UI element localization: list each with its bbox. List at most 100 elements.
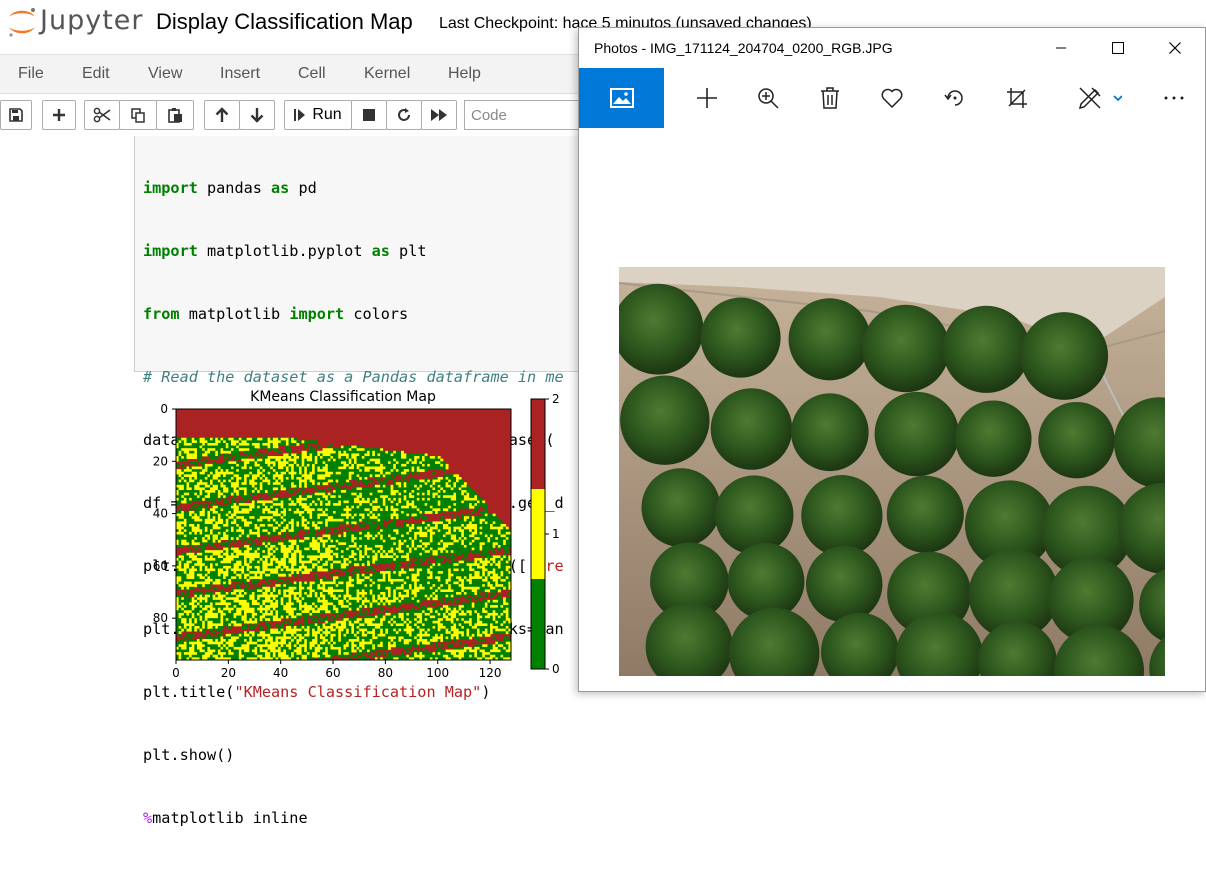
heatmap-cell bbox=[288, 524, 292, 527]
heatmap-cell bbox=[285, 513, 289, 517]
heatmap-cell bbox=[369, 474, 373, 478]
menu-edit[interactable]: Edit bbox=[82, 65, 110, 83]
heatmap-cell bbox=[186, 560, 190, 564]
heatmap-cell bbox=[236, 474, 240, 478]
heatmap-cell bbox=[356, 542, 360, 546]
heatmap-cell bbox=[359, 450, 363, 454]
heatmap-cell bbox=[416, 479, 420, 483]
heatmap-cell bbox=[309, 445, 313, 449]
menu-view[interactable]: View bbox=[148, 65, 182, 83]
heatmap-cell bbox=[456, 524, 459, 527]
notebook-title[interactable]: Display Classification Map bbox=[156, 9, 413, 35]
stop-button[interactable] bbox=[351, 100, 387, 130]
heatmap-cell bbox=[181, 500, 185, 504]
heatmap-cell bbox=[403, 495, 407, 499]
heatmap-cell bbox=[450, 497, 454, 501]
heatmap-cell bbox=[411, 500, 415, 504]
heatmap-cell bbox=[278, 471, 281, 475]
heatmap-cell bbox=[207, 471, 211, 475]
heatmap-cell bbox=[340, 560, 344, 564]
heatmap-cell bbox=[359, 458, 363, 462]
heatmap-cell bbox=[393, 469, 397, 473]
menu-kernel[interactable]: Kernel bbox=[364, 65, 410, 83]
heatmap-cell bbox=[280, 458, 284, 462]
heatmap-cell bbox=[461, 492, 465, 496]
code-cell[interactable]: import pandas as pd import matplotlib.py… bbox=[134, 136, 594, 827]
heatmap-cell bbox=[241, 513, 245, 517]
heatmap-cell bbox=[437, 490, 441, 493]
heatmap-cell bbox=[351, 445, 355, 449]
heatmap-cell bbox=[306, 542, 310, 546]
heatmap-cell bbox=[367, 474, 370, 478]
heatmap-cell bbox=[424, 469, 428, 473]
heatmap-cell bbox=[194, 547, 198, 551]
heatmap-cell bbox=[490, 524, 493, 527]
heatmap-cell bbox=[309, 461, 313, 465]
heatmap-cell bbox=[453, 534, 457, 538]
heatmap-cell bbox=[280, 497, 284, 501]
heatmap-cell bbox=[204, 510, 208, 514]
heatmap-cell bbox=[178, 482, 182, 486]
heatmap-cell bbox=[210, 495, 213, 499]
heatmap-cell bbox=[304, 463, 308, 467]
move-up-button[interactable] bbox=[204, 100, 240, 130]
heatmap-cell bbox=[469, 490, 473, 493]
heatmap-cell bbox=[346, 510, 350, 514]
move-down-button[interactable] bbox=[239, 100, 275, 130]
heatmap-cell bbox=[374, 516, 378, 520]
fast-forward-button[interactable] bbox=[421, 100, 457, 130]
restart-button[interactable] bbox=[386, 100, 422, 130]
heatmap-cell bbox=[288, 505, 292, 509]
heatmap-cell bbox=[333, 474, 336, 478]
heatmap-cell bbox=[233, 560, 237, 564]
heatmap-cell bbox=[503, 524, 507, 527]
heatmap-cell bbox=[285, 482, 289, 486]
heatmap-cell bbox=[335, 503, 339, 507]
menu-cell[interactable]: Cell bbox=[298, 65, 326, 83]
heatmap-cell bbox=[422, 534, 425, 538]
menu-insert[interactable]: Insert bbox=[220, 65, 260, 83]
heatmap-cell bbox=[194, 542, 198, 546]
heatmap-cell bbox=[338, 518, 342, 522]
heatmap-cell bbox=[236, 568, 240, 572]
heatmap-cell bbox=[241, 458, 245, 462]
heatmap-cell bbox=[374, 474, 378, 478]
heatmap-cell bbox=[440, 537, 444, 541]
paste-icon bbox=[168, 108, 182, 123]
heatmap-cell bbox=[233, 550, 237, 554]
heatmap-cell bbox=[330, 450, 334, 454]
heatmap-cell bbox=[448, 479, 452, 483]
add-cell-button[interactable] bbox=[42, 100, 76, 130]
heatmap-cell bbox=[471, 495, 475, 499]
heatmap-cell bbox=[445, 479, 449, 483]
heatmap-cell bbox=[228, 471, 232, 475]
heatmap-cell bbox=[340, 518, 344, 522]
cut-button[interactable] bbox=[84, 100, 120, 130]
heatmap-cell bbox=[456, 547, 459, 551]
heatmap-cell bbox=[280, 503, 284, 507]
heatmap-cell bbox=[186, 521, 190, 525]
paste-button[interactable] bbox=[156, 100, 194, 130]
menu-help[interactable]: Help bbox=[448, 65, 481, 83]
heatmap-cell bbox=[280, 518, 284, 522]
heatmap-cell bbox=[244, 521, 247, 525]
heatmap-cell bbox=[385, 516, 389, 520]
heatmap-cell bbox=[440, 547, 444, 551]
heatmap-cell bbox=[191, 442, 195, 446]
heatmap-cell bbox=[264, 471, 268, 475]
heatmap-cell bbox=[340, 495, 344, 499]
heatmap-cell bbox=[285, 516, 289, 520]
heatmap-cell bbox=[309, 524, 313, 527]
heatmap-cell bbox=[202, 466, 206, 470]
heatmap-cell bbox=[270, 440, 274, 444]
heatmap-cell bbox=[272, 461, 276, 465]
heatmap-cell bbox=[283, 500, 287, 504]
save-button[interactable] bbox=[0, 100, 32, 130]
run-button[interactable]: Run bbox=[284, 100, 352, 130]
heatmap-cell bbox=[202, 442, 206, 446]
heatmap-cell bbox=[395, 531, 399, 535]
copy-button[interactable] bbox=[119, 100, 157, 130]
menu-file[interactable]: File bbox=[18, 65, 44, 83]
heatmap-cell bbox=[372, 524, 376, 527]
heatmap-cell bbox=[241, 474, 245, 478]
